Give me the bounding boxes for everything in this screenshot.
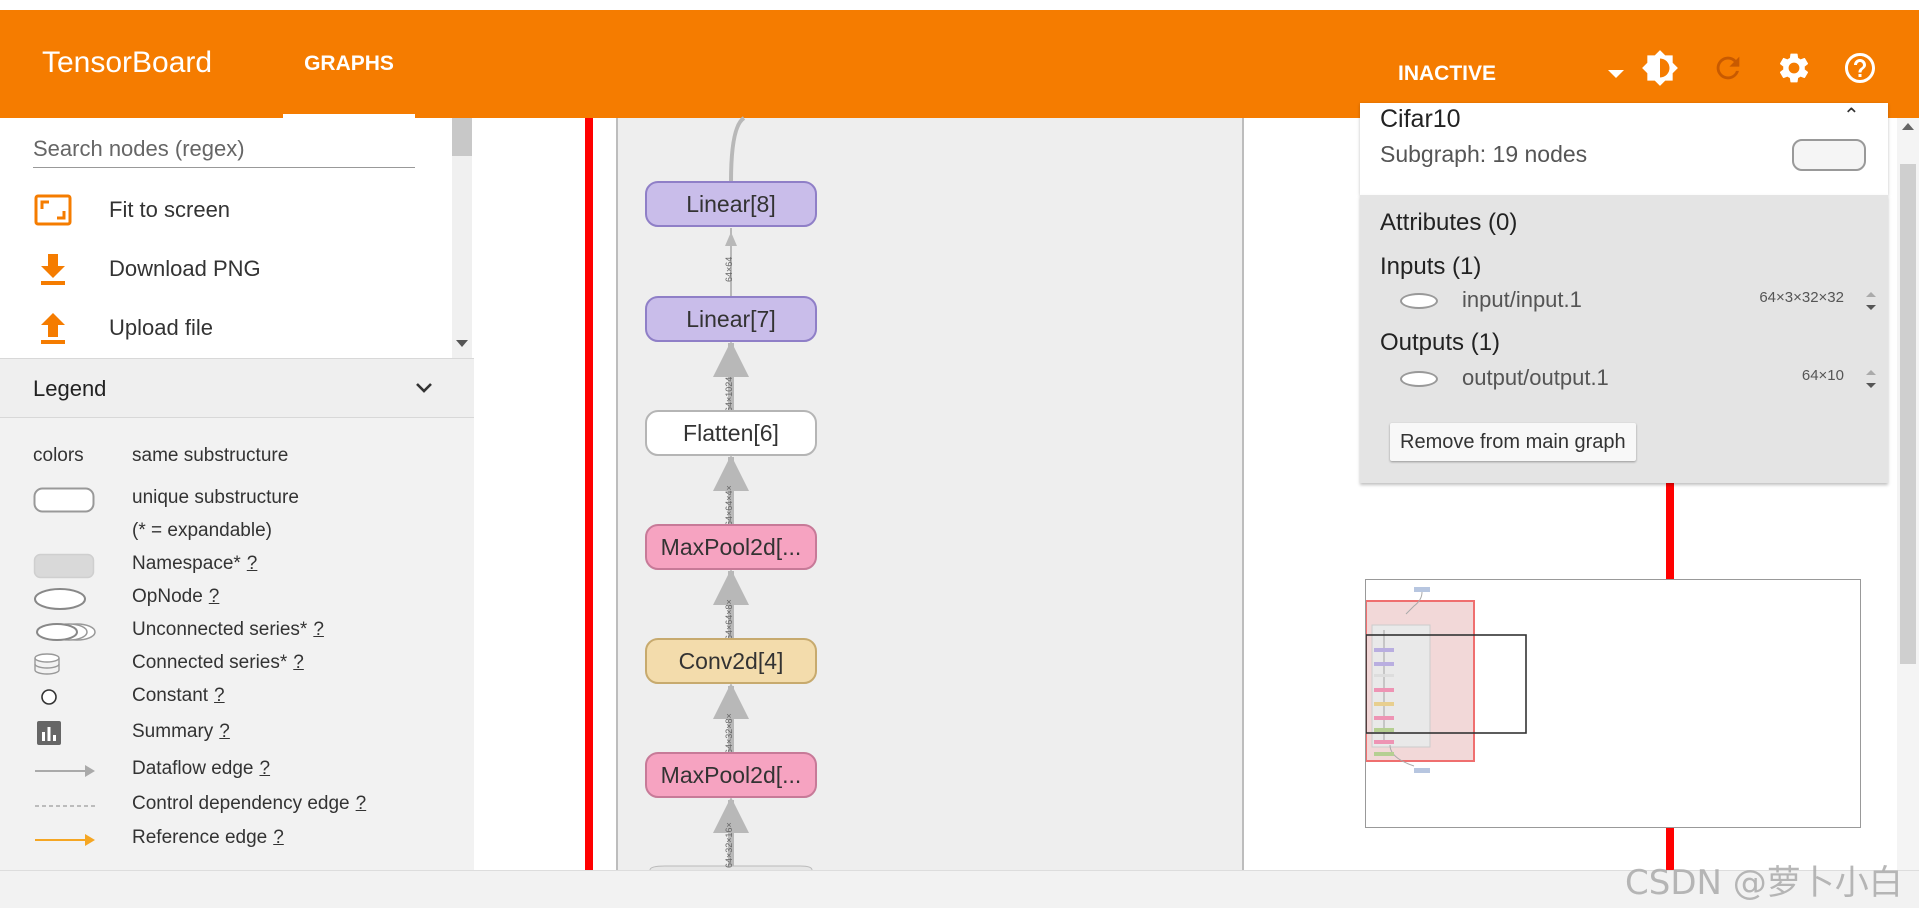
inputs-header[interactable]: Inputs (1) — [1380, 253, 1481, 281]
output-name: output/output.1 — [1462, 365, 1609, 390]
scroll-up-arrow-icon[interactable] — [1902, 122, 1914, 130]
watermark: CSDN @萝卜小白 — [1625, 863, 1903, 903]
opnode-icon — [1400, 371, 1438, 387]
graph-node[interactable]: MaxPool2d[... — [645, 752, 817, 798]
input-shape: 64×3×32×32 — [1759, 289, 1844, 306]
graph-node[interactable]: Conv2d[4] — [645, 638, 817, 684]
output-row[interactable]: output/output.1 64×10 — [1400, 365, 1880, 393]
opnode-icon — [1400, 293, 1438, 309]
edge-label: 64×32×8× — [724, 713, 734, 754]
graph-node[interactable]: Linear[7] — [645, 296, 817, 342]
graph-node[interactable]: MaxPool2d[... — [645, 524, 817, 570]
node-shape-swatch — [1792, 139, 1866, 171]
edge-label: 64×64×4× — [724, 485, 734, 526]
node-info-card-header: Cifar10 ⌃ Subgraph: 19 nodes — [1360, 103, 1888, 195]
minimap-thumbnail — [1366, 587, 1527, 773]
page-scrollbar[interactable] — [1897, 118, 1919, 870]
edge-label: 64×64 — [724, 256, 734, 282]
graph-node-label: Conv2d[4] — [678, 647, 784, 674]
node-info-subgraph: Subgraph: 19 nodes — [1380, 141, 1588, 167]
page-scroll-thumb[interactable] — [1900, 164, 1916, 664]
graph-minimap[interactable] — [1365, 579, 1861, 828]
output-shape: 64×10 — [1801, 367, 1844, 384]
graph-node-label: MaxPool2d[... — [660, 761, 802, 788]
output-expand-toggle-icon[interactable] — [1862, 365, 1880, 393]
attributes-header[interactable]: Attributes (0) — [1380, 209, 1517, 237]
edge-label: 64×32×16× — [724, 822, 734, 868]
remove-from-main-graph-button[interactable]: Remove from main graph — [1390, 423, 1636, 461]
graph-node-label: Flatten[6] — [683, 419, 779, 446]
collapse-card-icon[interactable]: ⌃ — [1843, 103, 1860, 128]
graph-node[interactable]: Flatten[6] — [645, 410, 817, 456]
graph-node[interactable]: Linear[8] — [645, 181, 817, 227]
node-info-name: Cifar10 — [1380, 105, 1461, 133]
graph-node-label: Linear[8] — [686, 190, 776, 217]
edge-label: 64×64×8× — [724, 599, 734, 640]
node-info-card-body: Attributes (0) Inputs (1) input/input.1 … — [1360, 195, 1888, 483]
graph-node-label: Linear[7] — [686, 305, 776, 332]
edge-label: 64×1024 — [724, 376, 734, 412]
graph-node-label: MaxPool2d[... — [660, 533, 802, 560]
input-row[interactable]: input/input.1 64×3×32×32 — [1400, 287, 1880, 315]
outputs-header[interactable]: Outputs (1) — [1380, 329, 1500, 357]
input-expand-toggle-icon[interactable] — [1862, 287, 1880, 315]
input-name: input/input.1 — [1462, 287, 1582, 312]
